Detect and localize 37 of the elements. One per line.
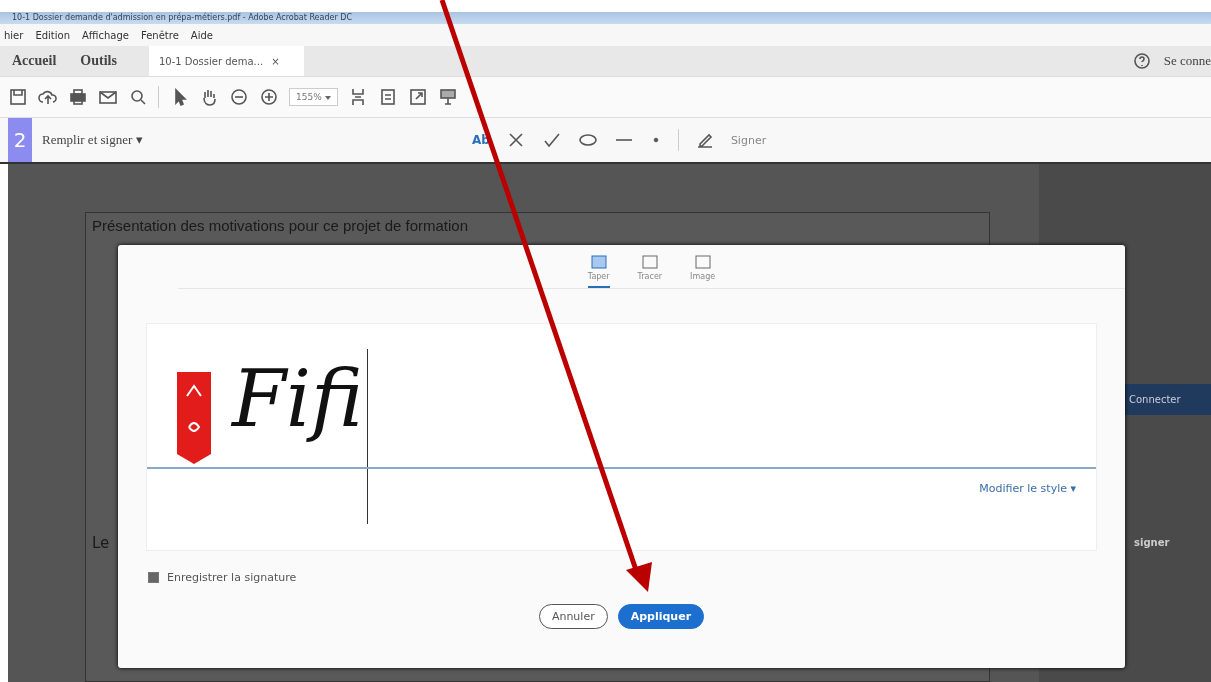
section-heading: Présentation des motivations pour ce projet de formation xyxy=(92,217,470,234)
signature-area[interactable]: Fifi Modifier le style ▾ xyxy=(146,323,1097,551)
cancel-button[interactable]: Annuler xyxy=(538,604,608,629)
window-title: 10-1 Dossier demande d'admission en prépa-métiers.pdf - Adobe Acrobat Reader DC xyxy=(0,12,1211,24)
tab-title: 10-1 Dossier dema... xyxy=(158,55,264,67)
menu-item[interactable]: Aide xyxy=(190,29,213,41)
print-icon[interactable] xyxy=(68,87,88,107)
search-icon[interactable] xyxy=(128,87,148,107)
mode-tab[interactable]: Taper xyxy=(587,255,610,288)
menu-item[interactable]: Affichage xyxy=(82,29,129,41)
fullscreen-icon[interactable] xyxy=(407,87,428,107)
tab-close-button[interactable]: × xyxy=(271,55,280,67)
caret-icon xyxy=(324,96,331,100)
menu-item[interactable]: hier xyxy=(4,29,24,41)
mode-tab[interactable]: Image xyxy=(690,255,716,288)
zoom-out-icon[interactable] xyxy=(229,87,249,107)
step-number: 2 xyxy=(8,118,32,162)
nav-tab[interactable]: Outils xyxy=(68,46,129,76)
sign-in-link[interactable]: Se conne xyxy=(1163,53,1211,69)
save-icon[interactable] xyxy=(8,87,28,107)
presentation-icon[interactable] xyxy=(437,87,458,107)
menu-item[interactable]: Fenêtre xyxy=(141,29,179,41)
mode-tab[interactable]: Tracer xyxy=(637,255,663,288)
modify-style-link[interactable]: Modifier le style ▾ xyxy=(979,482,1076,495)
typed-signature: Fifi xyxy=(232,354,364,444)
acrobat-badge-icon xyxy=(177,372,211,464)
document-tab[interactable]: 10-1 Dossier dema... × xyxy=(148,46,304,76)
apply-button[interactable]: Appliquer xyxy=(617,604,705,629)
form-label: Le xyxy=(92,534,111,552)
help-icon[interactable] xyxy=(1131,51,1152,71)
menu-item[interactable]: Edition xyxy=(35,29,70,41)
nav-tab[interactable]: Accueil xyxy=(0,46,69,76)
checkbox-label: Enregistrer la signature xyxy=(167,571,297,584)
zoom-dropdown[interactable]: 155% xyxy=(289,88,338,106)
save-signature-checkbox[interactable] xyxy=(148,572,159,583)
fill-sign-menu[interactable]: Remplir et signer ▾ xyxy=(42,132,472,148)
zoom-in-icon[interactable] xyxy=(259,87,279,107)
